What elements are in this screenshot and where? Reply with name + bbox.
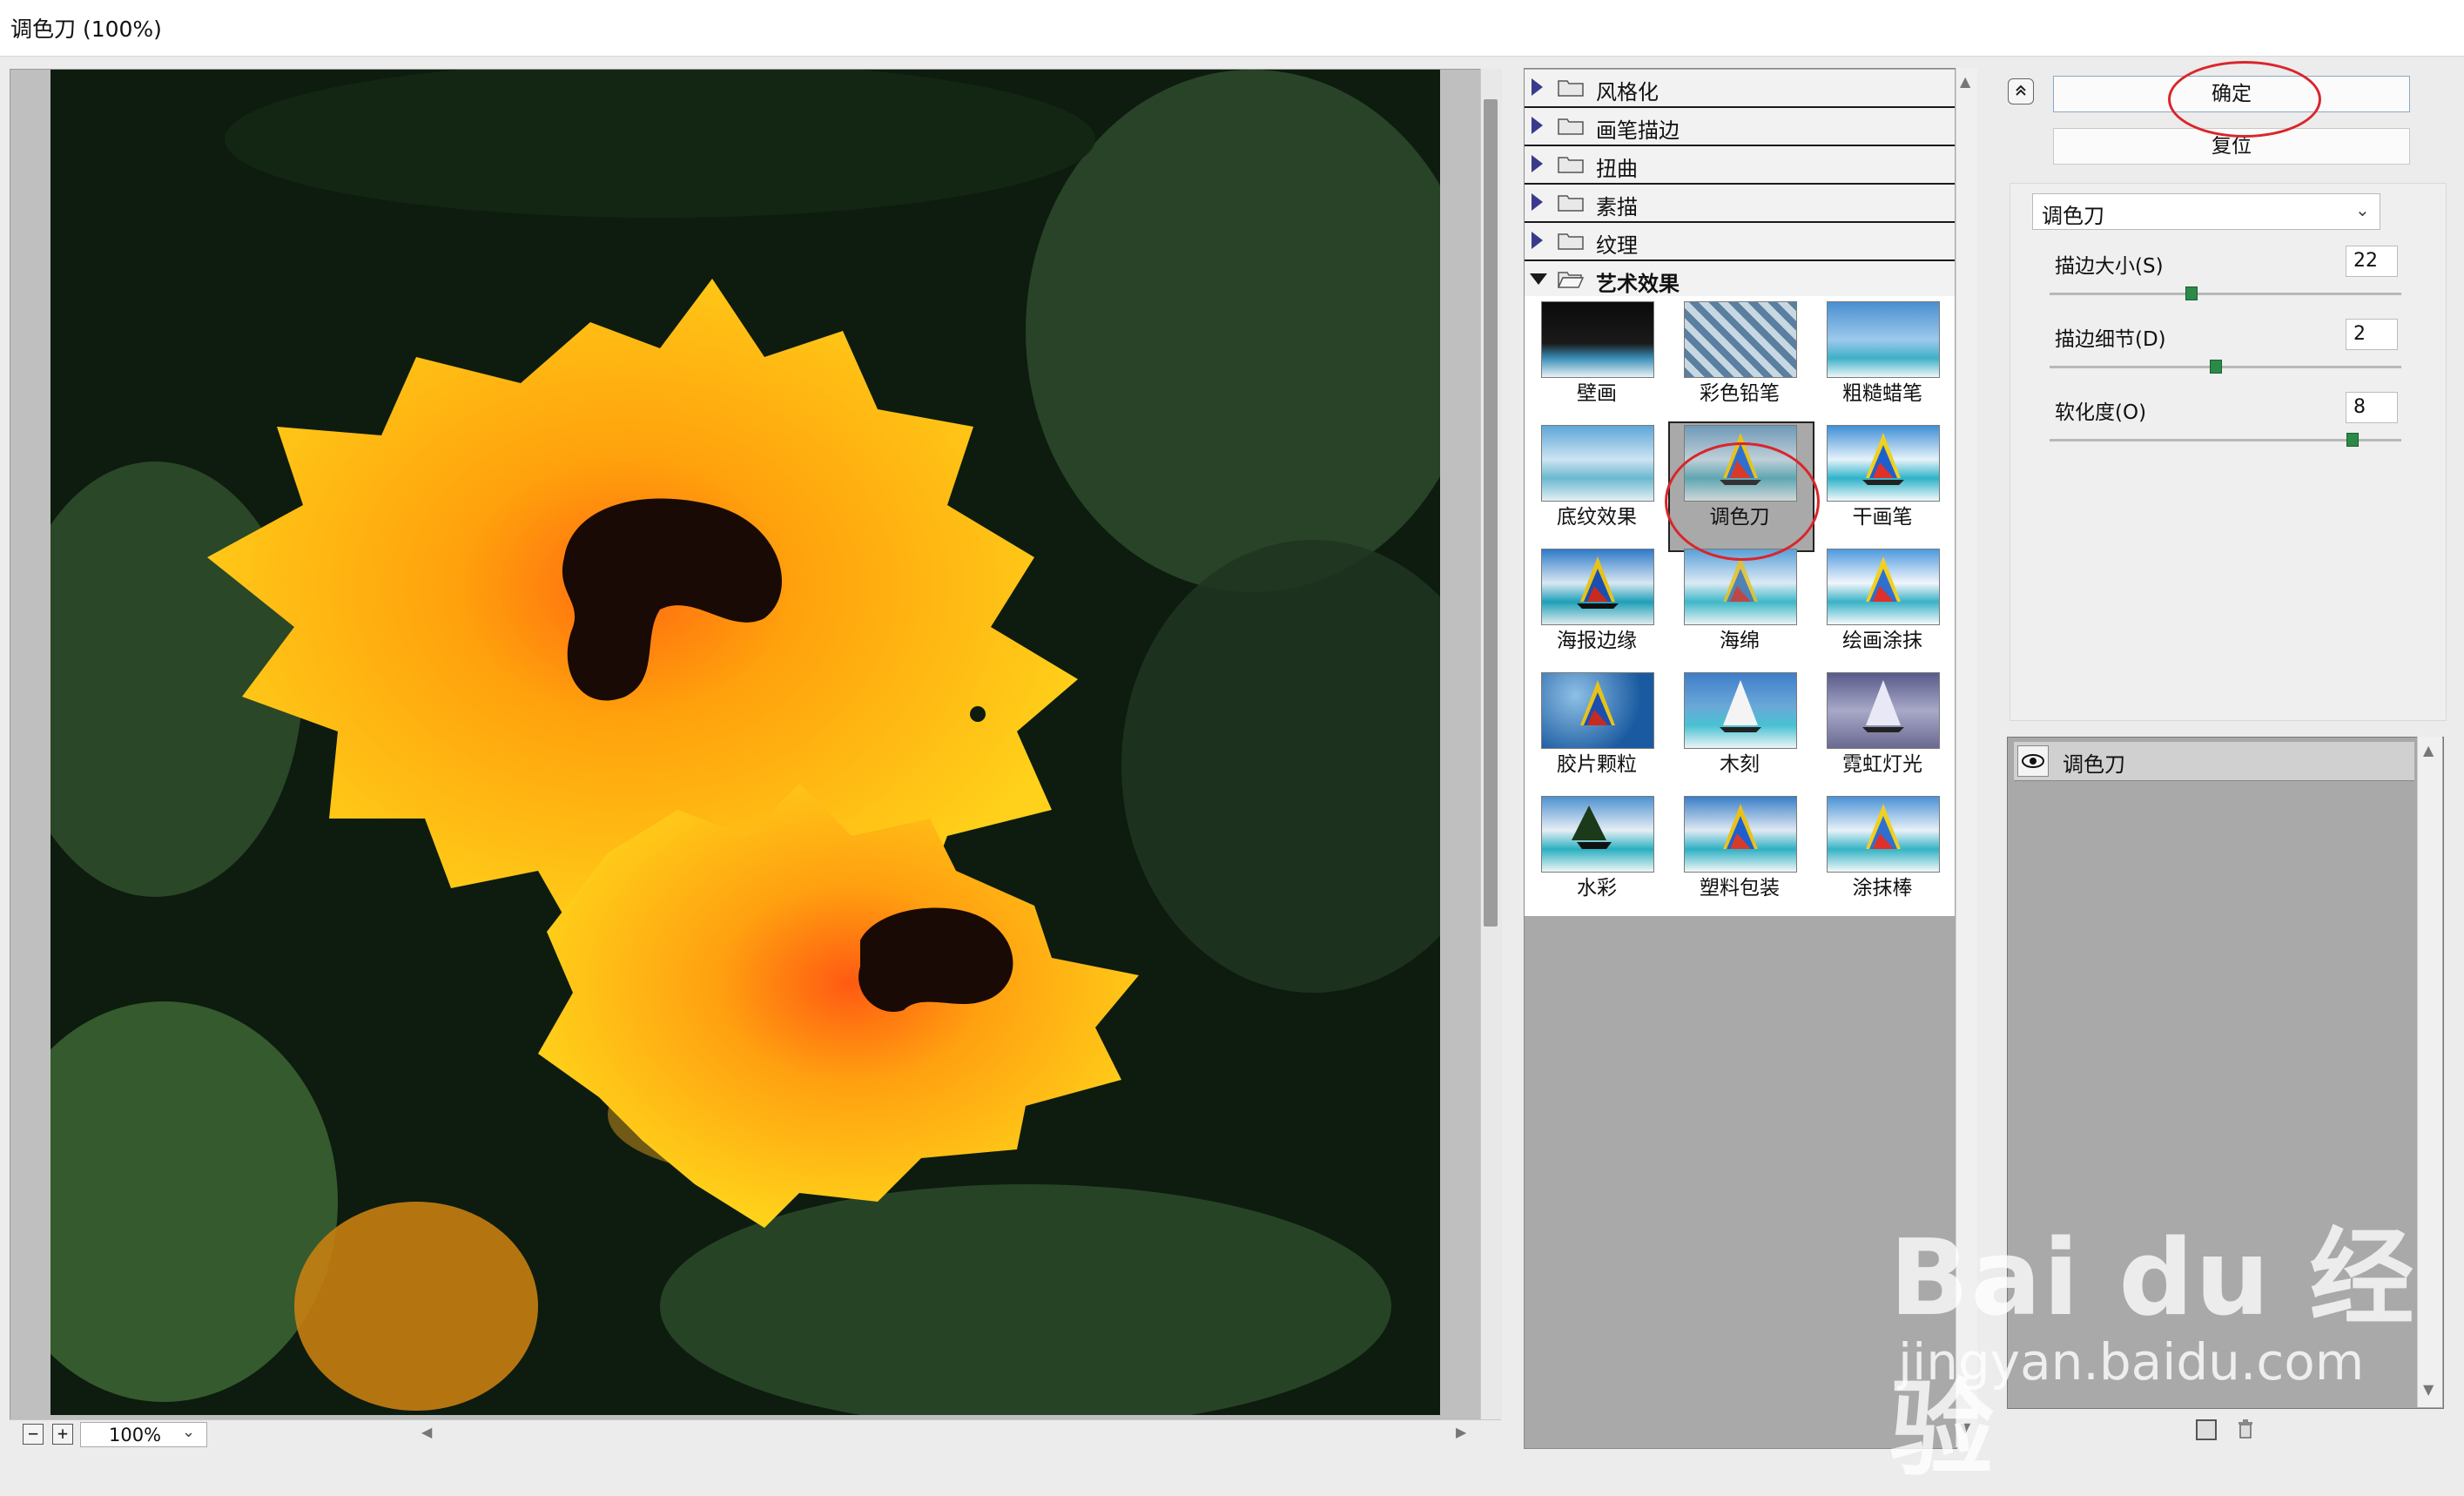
sailboat-icon: [1580, 680, 1615, 725]
thumb-smudge-stick[interactable]: [1827, 796, 1940, 873]
category-label: 画笔描边: [1596, 118, 1680, 143]
stroke-detail-slider-thumb[interactable]: [2209, 360, 2222, 374]
scroll-up-icon[interactable]: ▲: [2423, 742, 2434, 758]
zoom-out-button[interactable]: −: [23, 1424, 44, 1445]
thumb-label: 壁画: [1577, 382, 1617, 405]
folder-open-icon: [1558, 272, 1584, 288]
thumb-neon-glow[interactable]: [1827, 672, 1940, 749]
thumb-cutout[interactable]: [1684, 672, 1797, 749]
sailboat-icon: [1862, 680, 1904, 732]
thumb-label: 彩色铅笔: [1700, 382, 1780, 405]
title-bar: [0, 0, 2464, 57]
thumb-fresco[interactable]: [1541, 301, 1654, 378]
thumb-plastic-wrap[interactable]: [1684, 796, 1797, 873]
thumb-watercolor[interactable]: [1541, 796, 1654, 873]
expand-arrow-icon: [1532, 232, 1543, 249]
scroll-right-icon[interactable]: ▶: [1456, 1424, 1466, 1440]
stroke-size-input[interactable]: 22: [2346, 246, 2398, 277]
expand-arrow-icon: [1532, 193, 1543, 211]
folder-icon: [1558, 80, 1584, 97]
folder-icon: [1558, 195, 1584, 212]
preview-image[interactable]: [50, 70, 1440, 1415]
stroke-size-slider-thumb[interactable]: [2185, 286, 2198, 300]
sailboat-icon: [1723, 804, 1758, 849]
effect-layer-row[interactable]: 调色刀: [2014, 742, 2414, 781]
flower-painting: [50, 70, 1440, 1415]
chevron-down-icon: ⌄: [2355, 199, 2370, 220]
thumb-film-grain[interactable]: [1541, 672, 1654, 749]
category-label: 艺术效果: [1596, 272, 1680, 296]
category-stylize[interactable]: 风格化: [1525, 70, 1955, 109]
category-label: 纹理: [1596, 233, 1638, 258]
category-sketch[interactable]: 素描: [1525, 185, 1955, 224]
eye-icon[interactable]: [2017, 745, 2049, 777]
folder-icon: [1558, 118, 1584, 135]
scroll-left-icon[interactable]: ◀: [421, 1424, 432, 1440]
thumb-label: 塑料包装: [1700, 877, 1780, 900]
category-texture[interactable]: 纹理: [1525, 223, 1955, 262]
sailboat-icon: [1862, 433, 1904, 485]
sailboat-icon: [1866, 804, 1901, 849]
thumb-label: 海绵: [1720, 630, 1760, 652]
category-brush-strokes[interactable]: 画笔描边: [1525, 108, 1955, 147]
stroke-detail-label: 描边细节(D): [2055, 328, 2166, 351]
filter-select[interactable]: 调色刀 ⌄: [2032, 193, 2380, 230]
thumb-paint-daubs[interactable]: [1827, 549, 1940, 625]
annotation-circle-thumbnail: [1665, 442, 1820, 561]
preview-scroll-thumb[interactable]: [1484, 99, 1498, 927]
stroke-size-label: 描边大小(S): [2055, 255, 2164, 278]
thumb-label: 绘画涂抹: [1842, 630, 1922, 652]
stroke-size-slider-track[interactable]: [2050, 293, 2401, 295]
thumb-label: 木刻: [1720, 753, 1760, 776]
preview-horizontal-scrollbar[interactable]: ◀ ▶: [209, 1422, 1480, 1445]
sailboat-icon: [1577, 556, 1619, 609]
sailboat-icon: [1572, 805, 1612, 849]
thumb-label: 水彩: [1577, 877, 1617, 900]
scroll-up-icon[interactable]: ▲: [1960, 73, 1970, 90]
softness-input[interactable]: 8: [2346, 392, 2398, 423]
chevron-down-icon: ⌄: [182, 1423, 196, 1441]
thumb-label: 粗糙蜡笔: [1842, 382, 1922, 405]
thumb-poster-edges[interactable]: [1541, 549, 1654, 625]
zoom-in-button[interactable]: +: [52, 1424, 73, 1445]
expand-arrow-icon: [1532, 117, 1543, 134]
window-title: 调色刀 (100%): [10, 17, 162, 42]
softness-label: 软化度(O): [2055, 401, 2147, 424]
expand-arrow-icon: [1532, 78, 1543, 96]
collapse-gallery-button[interactable]: [2008, 78, 2034, 104]
sailboat-icon: [1720, 680, 1761, 732]
sailboat-icon: [1866, 556, 1901, 602]
category-distort[interactable]: 扭曲: [1525, 146, 1955, 185]
thumb-label: 海报边缘: [1557, 630, 1637, 652]
folder-icon: [1558, 157, 1584, 173]
filter-select-value: 调色刀: [2042, 204, 2104, 228]
thumb-colored-pencil[interactable]: [1684, 301, 1797, 378]
double-chevron-up-icon: [2016, 84, 2026, 96]
effect-layer-label: 调色刀: [2063, 752, 2125, 777]
collapse-arrow-icon: [1530, 273, 1547, 285]
baidu-watermark-url: jingyan.baidu.com: [1898, 1332, 2365, 1392]
thumb-label: 干画笔: [1852, 506, 1913, 529]
category-label: 素描: [1596, 195, 1638, 219]
category-label: 风格化: [1596, 80, 1659, 104]
category-artistic[interactable]: 艺术效果: [1525, 261, 1955, 300]
thumb-underpainting[interactable]: [1541, 425, 1654, 502]
category-label: 扭曲: [1596, 157, 1638, 181]
thumb-label: 底纹效果: [1557, 506, 1637, 529]
expand-arrow-icon: [1532, 155, 1543, 172]
annotation-circle-ok: [2168, 61, 2321, 138]
zoom-value: 100%: [109, 1425, 162, 1445]
thumb-dry-brush[interactable]: [1827, 425, 1940, 502]
softness-slider-thumb[interactable]: [2346, 433, 2360, 447]
stroke-detail-input[interactable]: 2: [2346, 319, 2398, 350]
folder-icon: [1558, 233, 1584, 250]
thumb-label: 胶片颗粒: [1557, 753, 1637, 776]
stroke-detail-slider-track[interactable]: [2050, 366, 2401, 368]
thumb-label: 涂抹棒: [1852, 877, 1913, 900]
thumb-label: 霓虹灯光: [1842, 753, 1922, 776]
zoom-select[interactable]: 100% ⌄: [80, 1422, 207, 1447]
thumb-rough-pastels[interactable]: [1827, 301, 1940, 378]
